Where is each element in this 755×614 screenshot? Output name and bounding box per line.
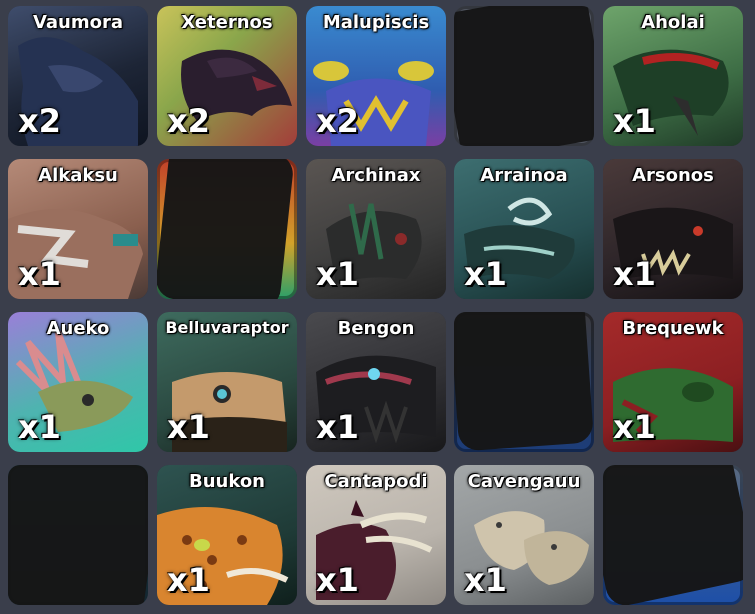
creature-count: x1	[316, 561, 359, 599]
creature-count: x1	[613, 408, 656, 446]
creature-card-alkaksu[interactable]: Alkaksu x1	[8, 159, 148, 299]
creature-card-arsonos[interactable]: Arsonos x1	[603, 159, 743, 299]
creature-name: Belluvaraptor	[165, 318, 289, 337]
creature-card-archinax[interactable]: Archinax x1	[306, 159, 446, 299]
scribble-redaction	[603, 465, 743, 605]
creature-count: x1	[167, 561, 210, 599]
creature-card-xeternos[interactable]: Xeternos x2	[157, 6, 297, 146]
creature-name: Brequewk	[622, 318, 724, 339]
creature-name: Cavengauu	[467, 471, 581, 492]
creature-card-redacted[interactable]	[8, 465, 148, 605]
creature-name: Alkaksu	[38, 165, 118, 186]
creature-name: Buukon	[188, 471, 266, 492]
creature-card-brequewk[interactable]: Brequewk x1	[603, 312, 743, 452]
creature-card-redacted[interactable]	[454, 6, 594, 146]
creature-count: x1	[316, 255, 359, 293]
creature-name: Arrainoa	[480, 165, 568, 186]
creature-count: x1	[613, 102, 656, 140]
creature-name: Malupiscis	[322, 12, 430, 33]
scribble-redaction	[454, 312, 594, 452]
creature-name: Arsonos	[632, 165, 714, 186]
creature-name: Bengon	[337, 318, 415, 339]
creature-name: Archinax	[331, 165, 421, 186]
creature-count: x1	[316, 408, 359, 446]
creature-card-buukon[interactable]: Buukon x1	[157, 465, 297, 605]
creature-card-malupiscis[interactable]: Malupiscis x2	[306, 6, 446, 146]
creature-count: x1	[613, 255, 656, 293]
creature-count: x2	[18, 102, 61, 140]
creature-name: Aholai	[641, 12, 705, 33]
creature-card-vaumora[interactable]: Vaumora x2	[8, 6, 148, 146]
creature-card-redacted[interactable]	[157, 159, 297, 299]
creature-name: Cantapodi	[324, 471, 428, 492]
creature-count: x1	[18, 255, 61, 293]
scribble-redaction	[157, 159, 295, 299]
creature-name: Xeternos	[181, 12, 273, 33]
creature-card-bengon[interactable]: Bengon x1	[306, 312, 446, 452]
creature-count: x1	[464, 255, 507, 293]
creature-card-cantapodi[interactable]: Cantapodi x1	[306, 465, 446, 605]
creature-count: x1	[464, 561, 507, 599]
creature-name: Vaumora	[32, 12, 124, 33]
creature-card-arrainoa[interactable]: Arrainoa x1	[454, 159, 594, 299]
creature-card-redacted[interactable]	[454, 312, 594, 452]
creature-card-aueko[interactable]: Aueko x1	[8, 312, 148, 452]
creature-inventory-grid: Vaumora x2 Xeternos x2 Malupiscis x2 Aho…	[0, 0, 755, 614]
creature-count: x2	[316, 102, 359, 140]
creature-count: x1	[18, 408, 61, 446]
creature-count: x2	[167, 102, 210, 140]
creature-count: x1	[167, 408, 210, 446]
scribble-redaction	[454, 6, 594, 146]
creature-card-belluvaraptor[interactable]: Belluvaraptor x1	[157, 312, 297, 452]
creature-card-redacted[interactable]	[603, 465, 743, 605]
scribble-redaction	[8, 465, 148, 605]
creature-card-aholai[interactable]: Aholai x1	[603, 6, 743, 146]
creature-card-cavengauu[interactable]: Cavengauu x1	[454, 465, 594, 605]
creature-name: Aueko	[46, 318, 110, 339]
